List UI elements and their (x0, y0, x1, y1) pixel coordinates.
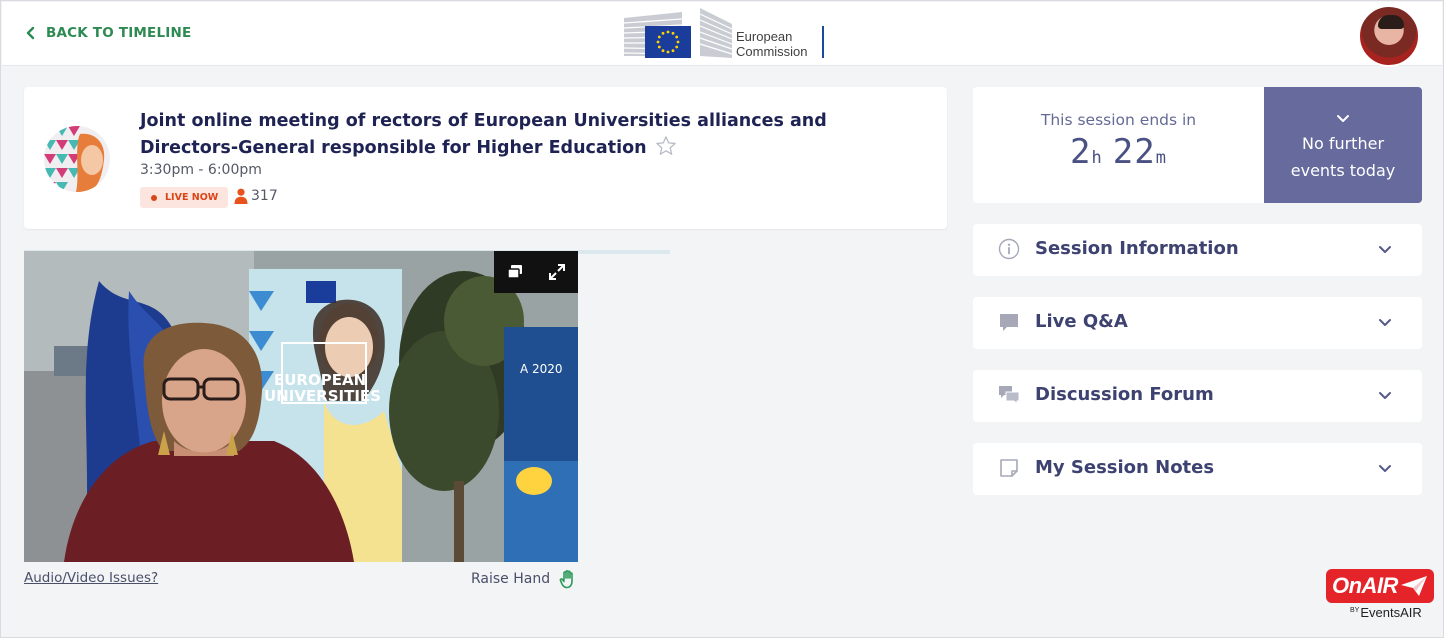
session-avatar-illustration (44, 126, 110, 192)
info-icon (998, 238, 1020, 260)
further-events-text: No further events today (1264, 130, 1422, 184)
by-label: BY (1350, 607, 1360, 614)
ec-logo-text: European Commission (736, 29, 808, 59)
accordion-label: My Session Notes (1035, 457, 1215, 478)
accordion-my-session-notes[interactable]: My Session Notes (973, 443, 1422, 495)
chevron-down-icon (1379, 246, 1391, 253)
session-countdown: This session ends in 2h 22m (973, 87, 1264, 203)
back-link-label: BACK TO TIMELINE (46, 25, 192, 41)
raise-hand-label: Raise Hand (471, 571, 551, 587)
paper-plane-icon (1401, 576, 1427, 596)
countdown-label: This session ends in (1040, 111, 1197, 129)
eventsair-label: EventsAIR (1360, 605, 1422, 620)
live-now-label: LIVE NOW (165, 192, 219, 203)
onair-logo: OnAIR BYEventsAIR (1326, 569, 1434, 621)
onair-logo-box: OnAIR (1326, 569, 1434, 603)
onair-logo-text: OnAIR (1332, 573, 1398, 598)
ec-logo-line1: European (736, 29, 793, 44)
further-events-panel[interactable]: No further events today (1264, 87, 1422, 203)
viewer-count: 317 (234, 188, 278, 204)
back-to-timeline-link[interactable]: BACK TO TIMELINE (24, 25, 191, 41)
session-title: Joint online meeting of rectors of Europ… (140, 108, 910, 162)
video-player[interactable]: EUROPEAN UNIVERSITIES A 2020 (24, 251, 578, 562)
countdown-value: 2h 22m (973, 132, 1264, 172)
accordion-discussion-forum[interactable]: Discussion Forum (973, 370, 1422, 422)
note-icon (1000, 459, 1018, 477)
top-header: BACK TO TIMELINE European Commission (2, 2, 1442, 67)
popout-icon[interactable] (505, 262, 525, 282)
countdown-minutes: 22 (1112, 132, 1156, 172)
accordion-label: Discussion Forum (1035, 384, 1214, 405)
banner-text-universities: UNIVERSITIES (264, 387, 381, 405)
accordion-live-qa[interactable]: Live Q&A (973, 297, 1422, 349)
live-dot-icon (151, 194, 157, 201)
chat-bubble-icon (1000, 314, 1018, 331)
user-avatar[interactable] (1358, 5, 1420, 67)
chevron-down-icon (1379, 465, 1391, 472)
further-events-line2: events today (1290, 161, 1396, 180)
chevron-down-icon (1337, 115, 1349, 122)
hand-icon (559, 570, 573, 589)
accordion-session-information[interactable]: Session Information (973, 224, 1422, 276)
eventsair-text: BYEventsAIR (1350, 605, 1422, 620)
person-icon (234, 188, 248, 204)
accordion-label: Session Information (1035, 238, 1239, 259)
session-card: Joint online meeting of rectors of Europ… (24, 87, 947, 229)
discussion-icon (999, 386, 1020, 406)
session-time: 3:30pm - 6:00pm (140, 162, 262, 178)
fullscreen-icon[interactable] (547, 262, 567, 282)
countdown-hours-unit: h (1091, 148, 1103, 168)
chevron-down-icon (1379, 392, 1391, 399)
chevron-down-icon (1379, 319, 1391, 326)
accordion-label: Live Q&A (1035, 311, 1128, 332)
chevron-left-icon (26, 26, 35, 40)
app-frame: BACK TO TIMELINE European Commission Joi… (0, 0, 1444, 638)
ec-logo-line2: Commission (736, 44, 808, 59)
countdown-hours: 2 (1070, 132, 1092, 172)
countdown-minutes-unit: m (1155, 148, 1167, 168)
star-outline-icon[interactable] (655, 135, 677, 157)
poster-text: A 2020 (520, 362, 563, 376)
audio-video-issues-link[interactable]: Audio/Video Issues? (24, 570, 158, 586)
session-title-text: Joint online meeting of rectors of Europ… (140, 111, 827, 158)
video-controls (494, 251, 578, 293)
further-events-line1: No further (1301, 134, 1385, 153)
live-now-badge: LIVE NOW (140, 187, 229, 208)
raise-hand-button[interactable]: Raise Hand (471, 569, 577, 589)
ec-logo-divider (822, 26, 824, 58)
viewer-count-value: 317 (251, 188, 278, 204)
